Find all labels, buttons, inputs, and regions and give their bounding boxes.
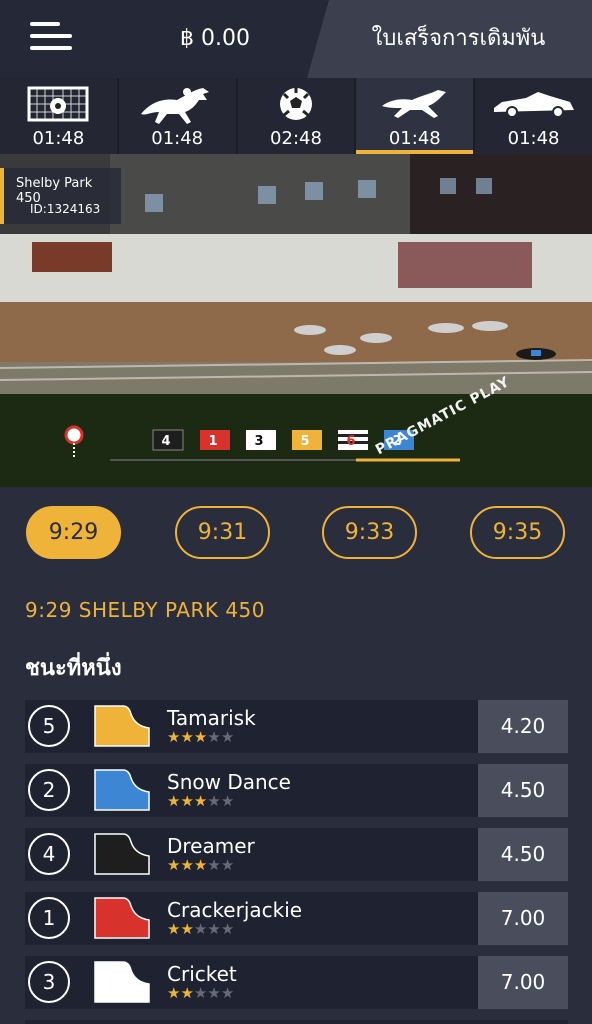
tab-time: 02:48 (270, 128, 322, 149)
top-bar: ฿ 0.00 ใบเสร็จการเดิมพัน (0, 0, 592, 78)
star-icon: ★ (207, 920, 221, 938)
star-icon: ★ (180, 856, 194, 874)
event-id: ID:1324163 (30, 202, 101, 216)
star-icon: ★ (180, 728, 194, 746)
star-icon: ★ (180, 984, 194, 1002)
runner-name: Tamarisk (167, 706, 256, 730)
star-icon: ★ (193, 728, 208, 746)
star-icon: ★ (167, 792, 181, 810)
runner-row-partial (25, 1020, 568, 1024)
runner-row: 1 Crackerjackie ★★★★★ 7.00 (25, 892, 568, 945)
trap-number: 4 (28, 833, 70, 875)
star-icon: ★ (220, 728, 235, 746)
star-rating: ★★★★★ (167, 920, 234, 938)
star-icon: ★ (220, 920, 235, 938)
runner-row: 5 Tamarisk ★★★★★ 4.20 (25, 700, 568, 753)
horse-racing-icon (141, 88, 210, 124)
star-rating: ★★★★★ (167, 728, 234, 746)
bet-slip-button[interactable]: ใบเสร็จการเดิมพัน (307, 0, 592, 78)
tab-horse-racing[interactable]: 01:48 (119, 78, 238, 154)
star-icon: ★ (167, 920, 181, 938)
runner-name: Crackerjackie (167, 898, 303, 922)
race-time-button[interactable]: 9:35 (470, 506, 565, 559)
tab-time: 01:48 (151, 128, 204, 149)
odds-button[interactable]: 4.50 (478, 764, 568, 817)
star-icon: ★ (167, 728, 181, 746)
runner-name: Snow Dance (167, 770, 291, 794)
star-icon: ★ (167, 984, 181, 1002)
star-rating: ★★★★★ (167, 984, 234, 1002)
runner-row: 2 Snow Dance ★★★★★ 4.50 (25, 764, 568, 817)
silk-icon (94, 961, 150, 1003)
position-marker: 6 (346, 434, 355, 449)
motor-racing-icon (493, 92, 574, 118)
event-info: Shelby Park 450 ID:1324163 (0, 168, 121, 224)
silk-icon (94, 705, 150, 747)
star-icon: ★ (193, 920, 208, 938)
menu-icon[interactable] (30, 22, 72, 54)
star-icon: ★ (207, 856, 221, 874)
balance: ฿ 0.00 (180, 26, 250, 51)
race-time-selector: 9:29 9:31 9:33 9:35 (0, 487, 592, 587)
tab-goal[interactable]: 01:48 (0, 78, 119, 154)
star-icon: ★ (193, 856, 208, 874)
position-marker: 4 (161, 434, 170, 449)
star-icon: ★ (220, 984, 235, 1002)
tab-time: 01:48 (507, 128, 560, 149)
tab-football[interactable]: 02:48 (238, 78, 357, 154)
silk-icon (94, 897, 150, 939)
race-time-button[interactable]: 9:31 (175, 506, 270, 559)
market-label: ชนะที่หนึ่ง (25, 656, 122, 681)
star-icon: ★ (167, 856, 181, 874)
goal-icon (27, 86, 89, 122)
race-time-button[interactable]: 9:33 (322, 506, 417, 559)
position-marker: 5 (300, 434, 309, 449)
odds-button[interactable]: 7.00 (478, 892, 568, 945)
position-marker: 1 (208, 434, 217, 449)
star-rating: ★★★★★ (167, 856, 234, 874)
runner-name: Dreamer (167, 834, 255, 858)
odds-button[interactable]: 7.00 (478, 956, 568, 1009)
race-time-button[interactable]: 9:29 (26, 506, 121, 559)
sport-tabs: 01:48 01:48 02:48 01:48 01:48 (0, 78, 592, 154)
star-icon: ★ (220, 856, 235, 874)
odds-button[interactable]: 4.50 (478, 828, 568, 881)
runner-row: 4 Dreamer ★★★★★ 4.50 (25, 828, 568, 881)
star-icon: ★ (193, 792, 208, 810)
star-icon: ★ (220, 792, 235, 810)
runner-row: 3 Cricket ★★★★★ 7.00 (25, 956, 568, 1009)
star-icon: ★ (207, 984, 221, 1002)
star-icon: ★ (180, 792, 194, 810)
silk-icon (94, 769, 150, 811)
race-video[interactable]: 4 1 3 5 6 2 Shelby Park 450 ID:1324163 (0, 154, 592, 487)
star-icon: ★ (207, 728, 221, 746)
trap-number: 2 (28, 769, 70, 811)
runner-name: Cricket (167, 962, 237, 986)
trap-number: 5 (28, 705, 70, 747)
star-icon: ★ (193, 984, 208, 1002)
trap-number: 1 (28, 897, 70, 939)
trap-number: 3 (28, 961, 70, 1003)
greyhound-icon (381, 90, 446, 118)
star-icon: ★ (207, 792, 221, 810)
race-title: 9:29 SHELBY PARK 450 (25, 598, 265, 622)
tab-time: 01:48 (32, 128, 85, 149)
silk-icon (94, 833, 150, 875)
football-icon (279, 88, 312, 120)
tab-greyhound[interactable]: 01:48 (356, 78, 476, 154)
star-rating: ★★★★★ (167, 792, 234, 810)
tab-motor-racing[interactable]: 01:48 (475, 78, 592, 154)
star-icon: ★ (180, 920, 194, 938)
position-marker: 3 (254, 434, 263, 449)
tab-time: 01:48 (388, 128, 441, 149)
odds-button[interactable]: 4.20 (478, 700, 568, 753)
